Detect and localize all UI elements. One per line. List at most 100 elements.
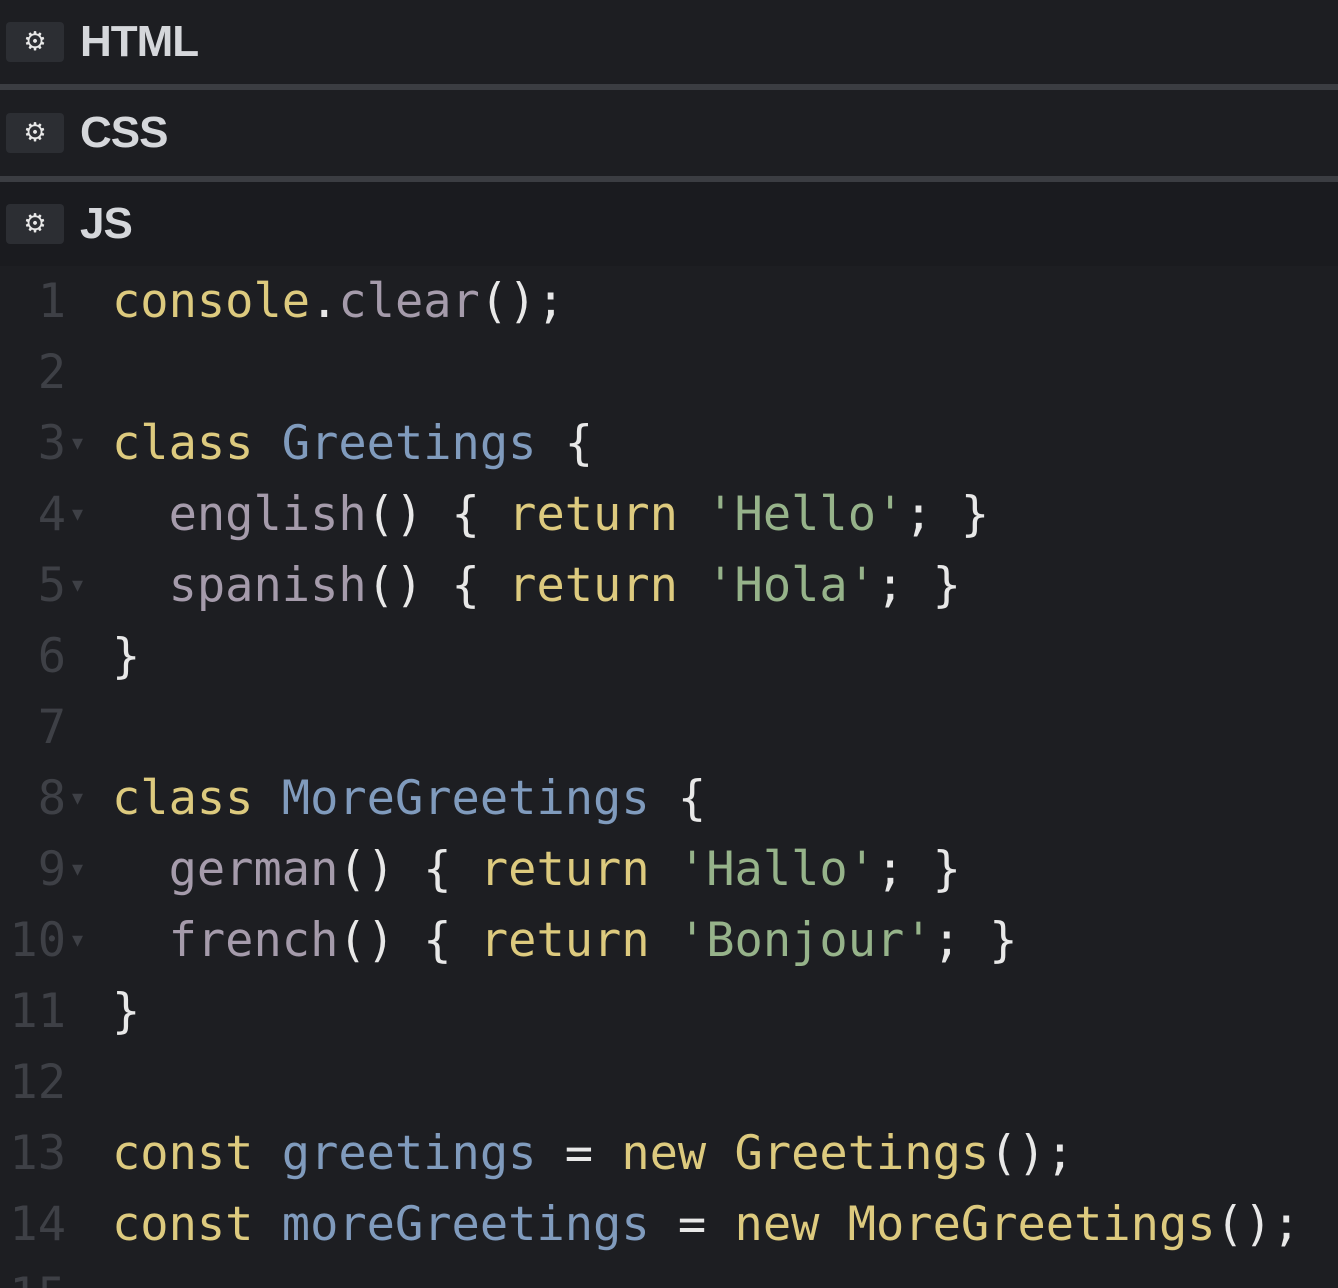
code-token: const [112,1126,254,1181]
line-number: 5 [37,558,66,613]
code-token: () { [338,842,480,897]
code-token: class [112,771,254,826]
code-token: (); [989,1126,1075,1181]
panel-title-css: CSS [80,108,168,157]
fold-arrow-icon[interactable]: ▾ [72,550,83,621]
code-text: class Greetings { [112,408,593,479]
code-line[interactable]: 4 ▾ english() { return 'Hello'; } [0,479,1338,550]
code-text: const greetings = new Greetings(); [112,1118,1074,1189]
code-token: = [649,1197,735,1252]
code-token: 'Hola' [706,558,877,613]
code-token: { [649,771,707,826]
code-token: 'Hallo' [677,842,877,897]
code-token: MoreGreetings [281,771,650,826]
code-line[interactable]: 15 [0,1260,1338,1288]
code-line[interactable]: 9 ▾ german() { return 'Hallo'; } [0,834,1338,905]
panel-title-html: HTML [80,17,199,66]
gear-icon[interactable]: ⚙ [6,204,64,244]
line-number: 6 [37,629,66,684]
code-token: ; } [876,558,961,613]
code-text: const moreGreetings = new MoreGreetings(… [112,1189,1300,1260]
code-token: 'Bonjour' [677,913,933,968]
fold-arrow-icon[interactable]: ▾ [72,408,83,479]
code-token: Greetings [734,1126,990,1181]
line-number: 9 [37,842,66,897]
fold-arrow-icon[interactable]: ▾ [72,479,83,550]
line-number: 14 [9,1197,66,1252]
panel-header-css[interactable]: ⚙ CSS [0,90,1338,176]
code-token: = [536,1126,622,1181]
code-token: () { [366,487,509,542]
code-token: new [621,1126,707,1181]
panel-header-js[interactable]: ⚙ JS [0,182,1338,266]
code-line[interactable]: 7 [0,692,1338,763]
code-line[interactable]: 13 const greetings = new Greetings(); [0,1118,1338,1189]
fold-arrow-icon[interactable]: ▾ [72,763,83,834]
code-line[interactable]: 5 ▾ spanish() { return 'Hola'; } [0,550,1338,621]
code-text: spanish() { return 'Hola'; } [112,550,961,621]
code-text: german() { return 'Hallo'; } [112,834,961,905]
code-token: return [479,842,650,897]
line-number: 2 [37,345,66,400]
code-token: MoreGreetings [847,1197,1216,1252]
code-token: console [112,274,311,329]
panel-header-html[interactable]: ⚙ HTML [0,0,1338,84]
code-token: ; } [932,913,1018,968]
gear-icon[interactable]: ⚙ [6,113,64,153]
code-token: new [734,1197,820,1252]
code-token: clear [338,274,480,329]
code-token: greetings [281,1126,537,1181]
code-line[interactable]: 10 ▾ french() { return 'Bonjour'; } [0,905,1338,976]
code-token: ; } [904,487,990,542]
line-number: 8 [37,771,66,826]
code-text: } [112,976,140,1047]
code-token: } [112,629,141,684]
code-token: (); [479,274,565,329]
code-text: english() { return 'Hello'; } [112,479,990,550]
code-token: spanish [168,558,367,613]
line-number: 7 [37,700,66,755]
code-text: console.clear(); [112,266,565,337]
code-line[interactable]: 2 [0,337,1338,408]
code-token: 'Hello' [706,487,905,542]
line-number: 11 [9,984,66,1039]
line-number: 4 [37,487,66,542]
code-token: { [536,416,594,471]
code-text: french() { return 'Bonjour'; } [112,905,1018,976]
fold-arrow-icon[interactable]: ▾ [72,834,83,905]
line-number: 1 [37,274,66,329]
fold-arrow-icon[interactable]: ▾ [72,905,83,976]
line-number: 3 [37,416,66,471]
code-line[interactable]: 8 ▾ class MoreGreetings { [0,763,1338,834]
code-token: class [112,416,254,471]
js-code-editor[interactable]: 1 console.clear(); 2 3 ▾ class Greetings {4 ▾ … [0,266,1338,1288]
panel-title-js: JS [80,199,133,248]
code-token: return [508,487,678,542]
code-line[interactable]: 12 [0,1047,1338,1118]
code-token: ; } [876,842,961,897]
code-token: french [168,913,339,968]
code-line[interactable]: 11} [0,976,1338,1047]
line-number: 13 [9,1126,66,1181]
line-number: 15 [0,1260,66,1288]
code-line[interactable]: 3 ▾ class Greetings { [0,408,1338,479]
code-line[interactable]: 14 const moreGreetings = new MoreGreeting… [0,1189,1338,1260]
code-token: Greetings [281,416,537,471]
code-line[interactable]: 1 console.clear(); [0,266,1338,337]
code-token: return [508,558,678,613]
code-token: const [112,1197,254,1252]
gear-icon[interactable]: ⚙ [6,22,64,62]
code-token: . [310,274,339,329]
code-line[interactable]: 6} [0,621,1338,692]
code-token: } [112,984,141,1039]
code-token: () { [366,558,509,613]
line-number: 10 [9,913,66,968]
line-number: 12 [9,1055,66,1110]
